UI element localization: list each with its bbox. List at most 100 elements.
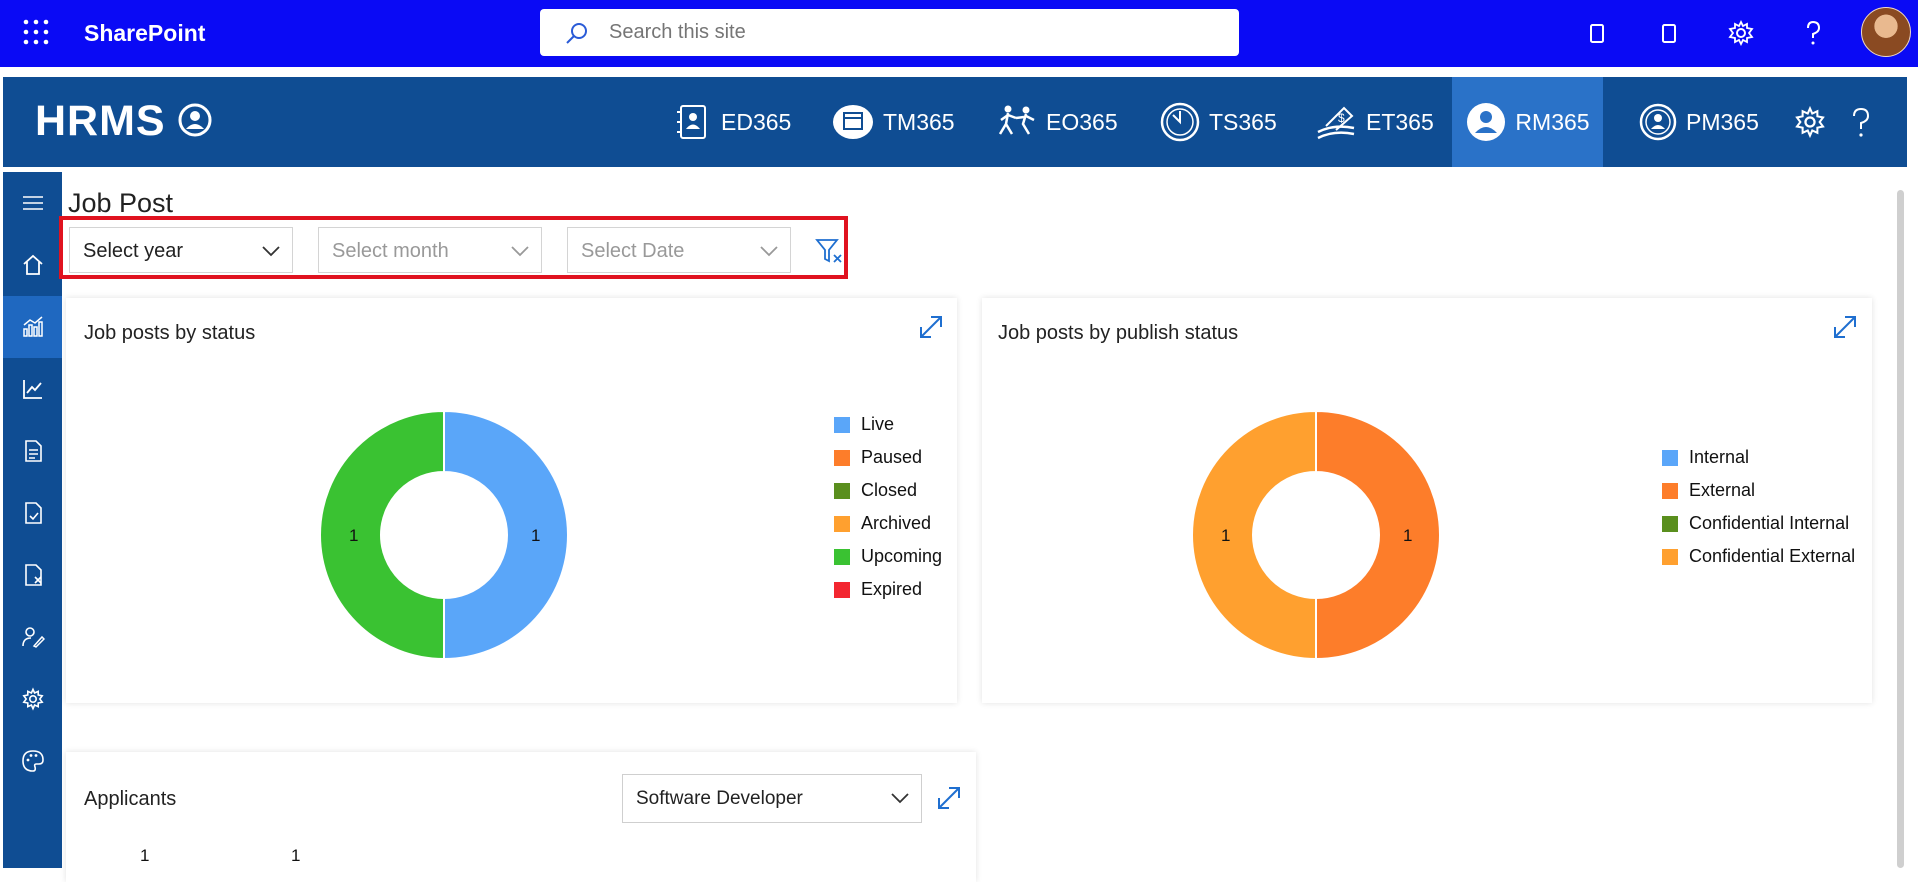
search-input[interactable] — [609, 9, 1209, 56]
settings-gear-icon[interactable] — [1726, 18, 1756, 48]
document-check-icon — [24, 502, 42, 524]
document-icon — [24, 440, 42, 462]
status-legend: Live Paused Closed Archived Upcoming Exp… — [834, 408, 942, 606]
search-icon — [566, 23, 587, 44]
applicant-count-label: 1 — [291, 846, 301, 865]
legend-item[interactable]: Live — [834, 408, 942, 441]
legend-item[interactable]: Closed — [834, 474, 942, 507]
nav-ts365[interactable]: TS365 — [1159, 77, 1277, 167]
help-icon[interactable] — [1798, 18, 1828, 48]
job-role-dropdown[interactable]: Software Developer — [622, 774, 922, 823]
left-sidebar — [3, 172, 62, 868]
nav-label: ET365 — [1366, 108, 1434, 135]
sidebar-item-theme[interactable] — [3, 730, 62, 792]
select-year-dropdown[interactable]: Select year — [69, 227, 293, 273]
select-month-dropdown[interactable]: Select month — [318, 227, 542, 273]
nav-tm365[interactable]: TM365 — [831, 77, 955, 167]
person-edit-icon — [21, 627, 45, 648]
legend-item[interactable]: Internal — [1662, 441, 1855, 474]
nav-rm365[interactable]: RM365 — [1452, 77, 1603, 167]
legend-item[interactable]: Confidential Internal — [1662, 507, 1855, 540]
nav-eo365[interactable]: EO365 — [996, 77, 1118, 167]
chevron-down-icon — [511, 246, 529, 257]
recruitment-icon — [1467, 103, 1506, 141]
hrms-help-icon[interactable] — [1847, 105, 1875, 139]
donut-slice-live[interactable] — [443, 410, 569, 660]
applicants-card: Applicants Software Developer 1 1 — [66, 752, 976, 882]
nav-ed365[interactable]: ED365 — [673, 77, 791, 167]
svg-text:$: $ — [1338, 111, 1345, 125]
donut-slice-upcoming[interactable] — [319, 410, 445, 660]
app-launcher-icon[interactable] — [22, 18, 50, 46]
donut-label: 1 — [349, 526, 358, 545]
legend-item[interactable]: Confidential External — [1662, 540, 1855, 573]
sidebar-item-approved[interactable] — [3, 482, 62, 544]
sidebar-item-documents[interactable] — [3, 420, 62, 482]
publish-legend: Internal External Confidential Internal … — [1662, 441, 1855, 573]
nav-et365[interactable]: $ ET365 — [1314, 77, 1434, 167]
card-title: Job posts by status — [84, 322, 256, 344]
chevron-down-icon — [262, 246, 280, 257]
user-avatar[interactable] — [1861, 7, 1911, 57]
expand-icon[interactable] — [918, 314, 944, 340]
expand-icon[interactable] — [936, 785, 962, 811]
hrms-logo[interactable]: HRMS — [35, 97, 166, 146]
select-date-value: Select Date — [581, 240, 685, 262]
onboarding-icon — [998, 105, 1035, 135]
hrms-logo-icon — [178, 103, 212, 137]
mobile-icon[interactable] — [1582, 18, 1612, 48]
job-role-value: Software Developer — [636, 788, 803, 809]
expense-icon: $ — [1317, 106, 1355, 140]
legend-item[interactable]: Paused — [834, 441, 942, 474]
document-cancel-icon — [24, 564, 42, 586]
sidebar-item-analytics[interactable] — [3, 358, 62, 420]
publish-donut-chart: 1 1 — [1191, 410, 1441, 660]
hrms-header: HRMS ED365 TM365 EO365 TS365 $ ET365 RM3… — [3, 77, 1907, 167]
status-donut-chart: 1 1 — [319, 410, 569, 660]
donut-label: 1 — [1221, 526, 1230, 545]
donut-slice-confidential-external[interactable] — [1191, 410, 1317, 660]
legend-item[interactable]: Upcoming — [834, 540, 942, 573]
legend-item[interactable]: Archived — [834, 507, 942, 540]
donut-label: 1 — [531, 526, 540, 545]
bar-chart-icon — [22, 316, 43, 337]
sidebar-item-settings[interactable] — [3, 668, 62, 730]
scrollbar-thumb[interactable] — [1897, 190, 1904, 868]
sidebar-item-people[interactable] — [3, 606, 62, 668]
legend-item[interactable]: External — [1662, 474, 1855, 507]
publish-status-card: Job posts by publish status 1 1 Internal… — [982, 298, 1872, 703]
select-date-dropdown[interactable]: Select Date — [567, 227, 791, 273]
sharepoint-title[interactable]: SharePoint — [84, 20, 205, 47]
nav-label: TS365 — [1209, 108, 1277, 135]
nav-label: TM365 — [883, 108, 955, 135]
document-icon[interactable] — [1654, 18, 1684, 48]
sidebar-item-rejected[interactable] — [3, 544, 62, 606]
line-chart-icon — [22, 380, 42, 399]
page-title: Job Post — [68, 188, 174, 218]
select-year-value: Select year — [83, 240, 184, 262]
calendar-icon — [833, 105, 873, 139]
sidebar-item-dashboard[interactable] — [3, 296, 62, 358]
hamburger-icon — [22, 196, 43, 210]
nav-pm365[interactable]: PM365 — [1638, 77, 1759, 167]
home-icon — [22, 254, 43, 275]
chevron-down-icon — [891, 793, 909, 804]
chevron-down-icon — [760, 246, 778, 257]
nav-label: RM365 — [1515, 108, 1590, 135]
sidebar-item-home[interactable] — [3, 234, 62, 296]
site-search-box[interactable] — [540, 9, 1239, 56]
donut-label: 1 — [1403, 526, 1412, 545]
clear-filter-icon[interactable] — [815, 237, 843, 265]
nav-label: EO365 — [1046, 108, 1118, 135]
donut-slice-external[interactable] — [1315, 410, 1441, 660]
hrms-settings-icon[interactable] — [1793, 105, 1827, 139]
expand-icon[interactable] — [1832, 314, 1858, 340]
applicant-count-label: 1 — [140, 846, 150, 865]
select-month-value: Select month — [332, 240, 449, 262]
performance-icon — [1639, 103, 1677, 141]
legend-item[interactable]: Expired — [834, 573, 942, 606]
card-title: Job posts by publish status — [998, 322, 1239, 344]
clock-icon — [1160, 102, 1200, 142]
card-title: Applicants — [84, 788, 177, 810]
menu-toggle[interactable] — [3, 172, 62, 234]
